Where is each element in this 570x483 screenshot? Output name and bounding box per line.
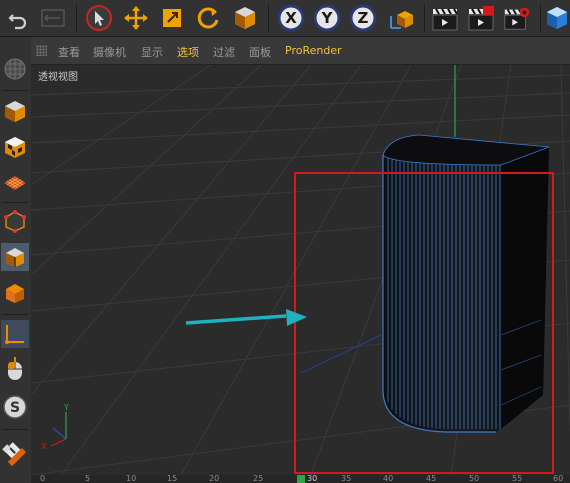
axis-lshape-icon: [5, 325, 24, 344]
clapper-gear-icon: [504, 7, 530, 30]
timeline-tick: 45: [426, 475, 437, 483]
timeline-tick: 25: [253, 475, 264, 483]
axis-mode-button[interactable]: [1, 320, 29, 348]
timeline-tick: 55: [512, 475, 523, 483]
edges-mode-button[interactable]: [1, 243, 29, 271]
render-settings-button[interactable]: [502, 3, 532, 33]
workplane-button[interactable]: [1, 169, 29, 197]
timeline-tick: 35: [341, 475, 352, 483]
x-axis-lock-button[interactable]: X: [276, 3, 306, 33]
model-cube-icon: [5, 101, 25, 122]
menu-prorender[interactable]: ProRender: [285, 44, 342, 57]
x-axis-label: X: [285, 9, 297, 27]
viewport-scene: Y X: [31, 65, 570, 475]
z-axis-lock-button[interactable]: Z: [348, 3, 378, 33]
checker-cube-icon: [5, 137, 25, 158]
clapper-picture-viewer-icon: [468, 6, 494, 31]
main-toolbar: X Y Z: [0, 0, 570, 37]
menu-options[interactable]: 选项: [177, 44, 199, 60]
make-editable-button[interactable]: [1, 55, 29, 83]
model-mode-button[interactable]: [1, 97, 29, 125]
timeline-tick: 0: [40, 475, 46, 483]
grid-plane-icon: [4, 176, 26, 190]
menu-panel[interactable]: 面板: [249, 44, 271, 60]
render-view-button[interactable]: [430, 3, 460, 33]
points-cube-icon: [4, 210, 26, 233]
cylinder-object: [382, 134, 550, 433]
render-to-picture-viewer-button[interactable]: [466, 3, 496, 33]
tweak-mode-button[interactable]: [1, 355, 29, 383]
points-mode-button[interactable]: [1, 207, 29, 235]
rotate-icon: [197, 7, 219, 29]
blue-cube-icon: [547, 7, 567, 29]
timeline-tick: 40: [383, 475, 394, 483]
menu-display[interactable]: 显示: [141, 44, 163, 60]
undo-button[interactable]: [3, 3, 33, 33]
coordinate-system-button[interactable]: [386, 3, 416, 33]
live-select-button[interactable]: [84, 3, 114, 33]
magnet-icon: [2, 442, 27, 467]
recent-object-button[interactable]: [230, 3, 260, 33]
sphere-mesh-icon: [4, 58, 26, 80]
viewport-menu-bar: 查看 摄像机 显示 选项 过滤 面板 ProRender: [31, 37, 570, 65]
texture-mode-button[interactable]: [1, 133, 29, 161]
timeline-tick: 60: [553, 475, 564, 483]
select-cursor-icon: [86, 5, 112, 31]
perspective-viewport[interactable]: Y X 透视视图: [31, 65, 570, 475]
polygons-mode-button[interactable]: [1, 279, 29, 307]
svg-text:Y: Y: [63, 403, 69, 412]
magnet-button[interactable]: [1, 441, 29, 469]
redo-icon: [41, 9, 65, 27]
snap-icon: S: [3, 395, 27, 419]
y-axis-lock-button[interactable]: Y: [312, 3, 342, 33]
svg-text:X: X: [41, 442, 47, 451]
scale-tool-button[interactable]: [157, 3, 187, 33]
timeline-current-frame: 30: [307, 475, 318, 483]
add-cube-button[interactable]: [545, 3, 569, 33]
redo-button[interactable]: [38, 3, 68, 33]
viewport-label: 透视视图: [38, 72, 78, 83]
mouse-icon: [8, 357, 22, 380]
move-icon: [124, 6, 148, 30]
timeline-tick: 5: [85, 475, 91, 483]
menu-filter[interactable]: 过滤: [213, 44, 235, 60]
snap-button[interactable]: S: [1, 393, 29, 421]
menu-cameras[interactable]: 摄像机: [93, 44, 126, 60]
move-tool-button[interactable]: [121, 3, 151, 33]
menu-view[interactable]: 查看: [58, 44, 80, 60]
scale-icon: [163, 9, 181, 27]
polygons-cube-icon: [6, 284, 24, 303]
clapper-icon: [432, 8, 458, 31]
rotate-tool-button[interactable]: [193, 3, 223, 33]
undo-icon: [8, 14, 27, 30]
timeline-tick: 50: [469, 475, 480, 483]
world-coordinates-icon: [390, 11, 413, 29]
edges-cube-icon: [6, 248, 24, 267]
grip-icon: [36, 45, 47, 56]
z-axis-label: Z: [357, 9, 369, 27]
timeline-tick: 20: [209, 475, 220, 483]
timeline-ruler[interactable]: 0 5 10 15 20 25 30 35 40 45 50 55 60: [31, 475, 570, 483]
svg-text:S: S: [10, 400, 20, 416]
timeline-tick: 15: [167, 475, 178, 483]
cube-icon: [235, 7, 255, 29]
timeline-tick: 10: [126, 475, 137, 483]
y-axis-label: Y: [321, 9, 333, 27]
left-toolbar: S: [0, 37, 32, 483]
timeline-playhead[interactable]: [297, 475, 305, 483]
